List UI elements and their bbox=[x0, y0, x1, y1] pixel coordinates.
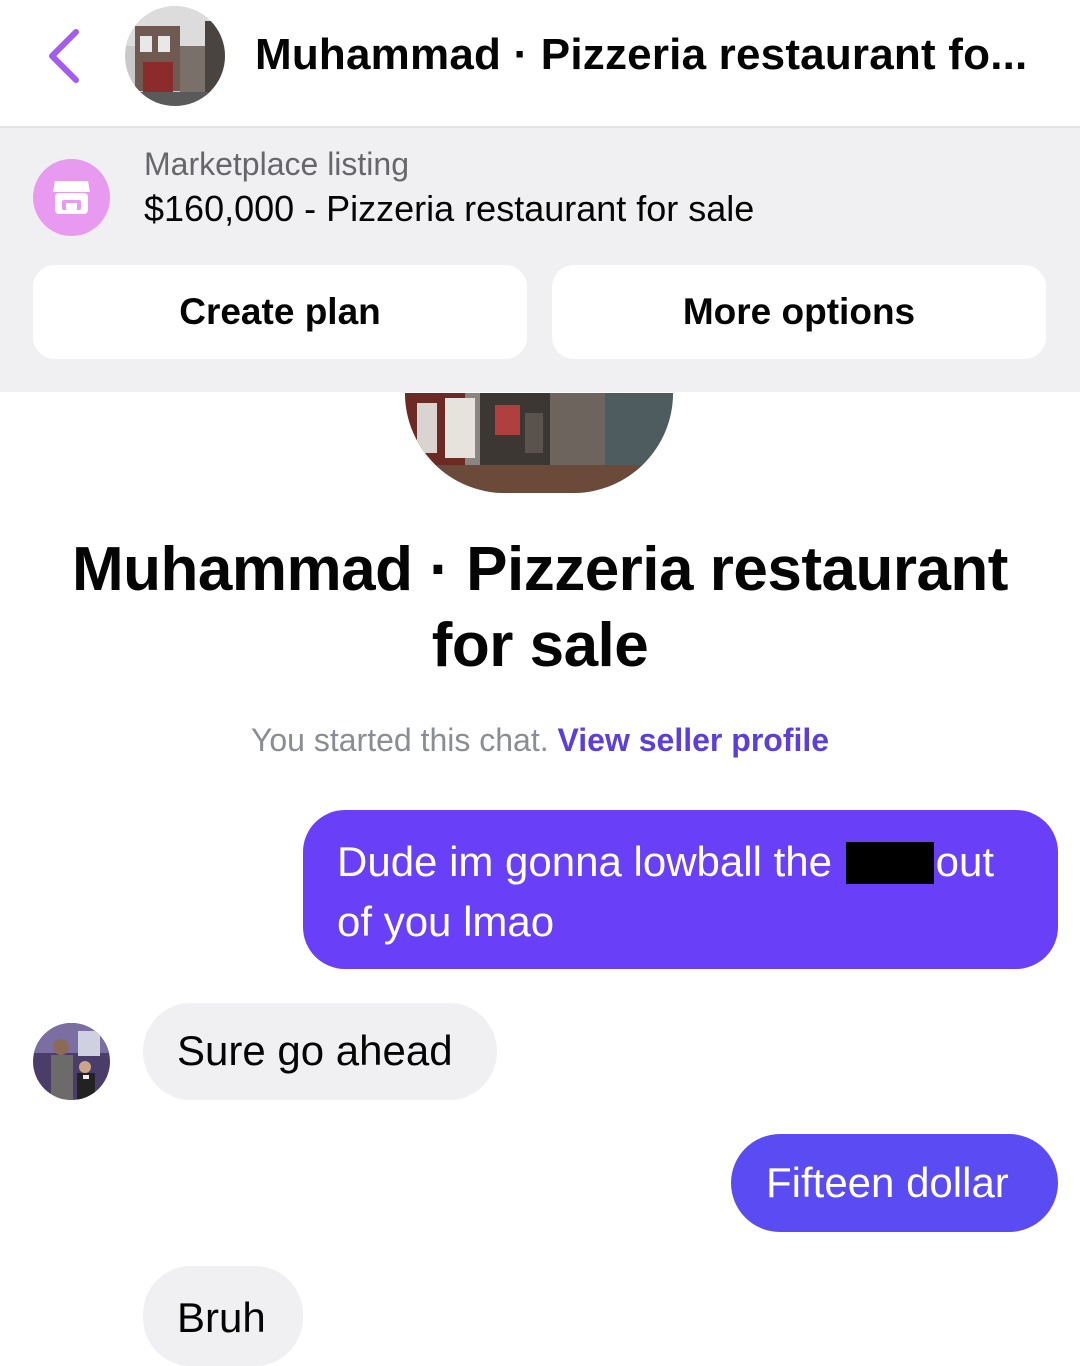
started-text: You started this chat. bbox=[250, 722, 549, 758]
conversation-title: Muhammad · Pizzeria restaurant for sale bbox=[72, 535, 1008, 680]
chevron-left-icon bbox=[49, 29, 79, 83]
message-text: Dude im gonna lowball the bbox=[337, 838, 832, 885]
back-button[interactable] bbox=[40, 26, 90, 86]
listing-description[interactable]: $160,000 - Pizzeria restaurant for sale bbox=[144, 188, 754, 230]
more-options-button[interactable]: More options bbox=[552, 265, 1046, 359]
listing-label: Marketplace listing bbox=[144, 146, 409, 182]
message-bubble-received[interactable]: Sure go ahead bbox=[143, 1003, 497, 1100]
message-text: of you lmao bbox=[337, 898, 555, 945]
redaction-bar bbox=[845, 842, 934, 884]
seller-avatar[interactable] bbox=[33, 1023, 110, 1100]
chat-header: Muhammad · Pizzeria restaurant fo... bbox=[0, 0, 1080, 128]
create-plan-button[interactable]: Create plan bbox=[33, 265, 527, 359]
marketplace-listing-banner: Marketplace listing $160,000 - Pizzeria … bbox=[0, 128, 1080, 392]
message-bubble-received[interactable]: Bruh bbox=[143, 1266, 303, 1366]
listing-avatar[interactable] bbox=[125, 6, 225, 106]
view-seller-profile-link[interactable]: View seller profile bbox=[558, 722, 830, 758]
message-bubble-sent[interactable]: Fifteen dollar bbox=[731, 1134, 1058, 1232]
chat-started-notice: You started this chat. View seller profi… bbox=[0, 722, 1080, 759]
shop-icon bbox=[33, 159, 110, 236]
conversation-cover-photo bbox=[405, 393, 673, 493]
header-title[interactable]: Muhammad · Pizzeria restaurant fo... bbox=[255, 30, 1055, 80]
message-text: out bbox=[935, 838, 995, 885]
message-bubble-sent[interactable]: Dude im gonna lowball the out of you lma… bbox=[303, 810, 1058, 969]
